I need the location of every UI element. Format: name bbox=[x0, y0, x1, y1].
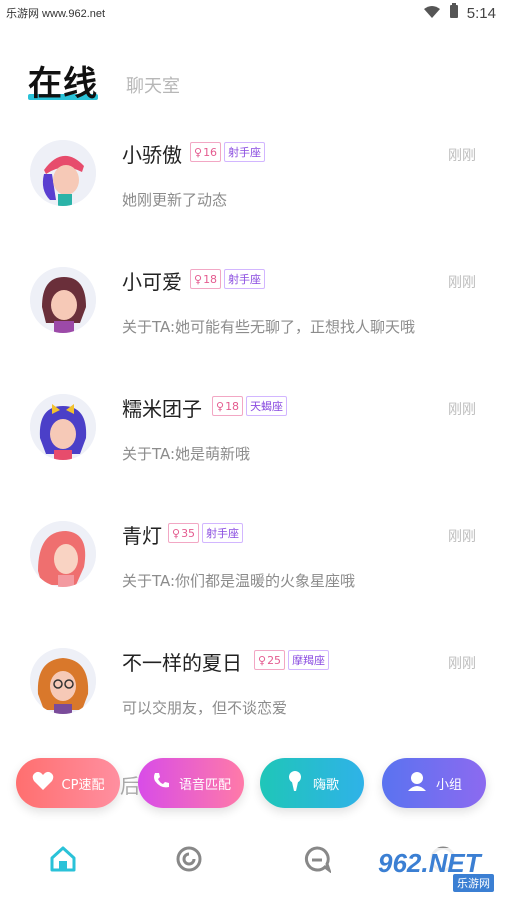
user-badges: ♀ 25 摩羯座 bbox=[254, 650, 330, 670]
user-name: 小骄傲 bbox=[122, 143, 182, 167]
age-value: 18 bbox=[203, 272, 218, 286]
battery-icon bbox=[449, 3, 459, 23]
age-value: 35 bbox=[181, 526, 196, 540]
cp-match-button[interactable]: CP速配 bbox=[16, 758, 120, 808]
sing-button[interactable]: 嗨歌 bbox=[260, 758, 364, 808]
user-description: 关于TA:她可能有些无聊了，正想找人聊天哦 bbox=[122, 318, 416, 336]
user-badges: ♀ 18 射手座 bbox=[190, 269, 266, 289]
message-icon bbox=[303, 845, 332, 877]
tab-chatroom[interactable]: 聊天室 bbox=[126, 72, 180, 98]
female-icon: ♀ bbox=[172, 526, 181, 540]
quick-action-bar: CP速配 语音匹配 嗨歌 小组 bbox=[0, 758, 506, 810]
avatar[interactable] bbox=[30, 140, 96, 206]
status-icons: 5:14 bbox=[423, 3, 496, 23]
status-site-text: 乐游网 www.962.net bbox=[6, 8, 106, 20]
age-badge: ♀ 16 bbox=[190, 142, 222, 162]
user-name: 小可爱 bbox=[122, 270, 182, 294]
avatar[interactable] bbox=[30, 648, 96, 714]
nav-message[interactable] bbox=[300, 844, 334, 878]
female-icon: ♀ bbox=[194, 272, 203, 286]
user-description: 关于TA:她是萌新哦 bbox=[122, 445, 251, 463]
female-icon: ♀ bbox=[194, 145, 203, 159]
list-item[interactable]: 不一样的夏日 ♀ 25 摩羯座 刚刚 可以交朋友，但不谈恋爱 bbox=[0, 633, 506, 760]
user-name: 糯米团子 bbox=[122, 397, 202, 421]
active-time: 刚刚 bbox=[448, 148, 476, 164]
cp-match-label: CP速配 bbox=[61, 777, 105, 793]
zodiac-badge: 射手座 bbox=[224, 142, 266, 162]
group-label: 小组 bbox=[435, 777, 462, 793]
age-badge: ♀ 35 bbox=[168, 523, 200, 543]
zodiac-badge: 射手座 bbox=[202, 523, 244, 543]
voice-match-label: 语音匹配 bbox=[178, 777, 231, 793]
list-item[interactable]: 青灯 ♀ 35 射手座 刚刚 关于TA:你们都是温暖的火象星座哦 bbox=[0, 506, 506, 633]
user-badges: ♀ 35 射手座 bbox=[168, 523, 244, 543]
user-name: 不一样的夏日 bbox=[122, 651, 242, 675]
status-time: 5:14 bbox=[466, 4, 496, 22]
discover-icon bbox=[175, 845, 203, 877]
site-watermark: 962.NET 乐游网 bbox=[374, 848, 500, 894]
user-description: 关于TA:你们都是温暖的火象星座哦 bbox=[122, 572, 356, 590]
user-description: 她刚更新了动态 bbox=[122, 191, 228, 209]
home-icon bbox=[49, 845, 77, 877]
zodiac-badge: 射手座 bbox=[224, 269, 266, 289]
list-item[interactable]: 糯米团子 ♀ 18 天蝎座 刚刚 关于TA:她是萌新哦 bbox=[0, 379, 506, 506]
active-time: 刚刚 bbox=[448, 275, 476, 291]
heart-icon bbox=[32, 771, 54, 795]
user-badges: ♀ 18 天蝎座 bbox=[212, 396, 288, 416]
avatar[interactable] bbox=[30, 267, 96, 333]
microphone-icon bbox=[285, 770, 305, 796]
nav-discover[interactable] bbox=[172, 844, 206, 878]
age-badge: ♀ 18 bbox=[212, 396, 244, 416]
avatar[interactable] bbox=[30, 521, 96, 587]
age-badge: ♀ 25 bbox=[254, 650, 286, 670]
active-time: 刚刚 bbox=[448, 529, 476, 545]
user-name: 青灯 bbox=[122, 524, 162, 548]
wifi-icon bbox=[423, 4, 441, 23]
tab-online[interactable]: 在线 bbox=[28, 56, 98, 105]
sing-label: 嗨歌 bbox=[312, 777, 339, 793]
user-description: 可以交朋友，但不谈恋爱 bbox=[122, 699, 288, 717]
status-bar: 乐游网 www.962.net 5:14 bbox=[0, 0, 506, 26]
age-value: 25 bbox=[267, 653, 282, 667]
age-badge: ♀ 18 bbox=[190, 269, 222, 289]
user-badges: ♀ 16 射手座 bbox=[190, 142, 266, 162]
phone-icon bbox=[151, 771, 171, 795]
watermark-subtext: 乐游网 bbox=[453, 874, 494, 892]
active-time: 刚刚 bbox=[448, 402, 476, 418]
age-value: 16 bbox=[203, 145, 218, 159]
active-time: 刚刚 bbox=[448, 656, 476, 672]
age-value: 18 bbox=[225, 399, 240, 413]
zodiac-badge: 摩羯座 bbox=[288, 650, 330, 670]
group-icon bbox=[406, 771, 428, 795]
list-item[interactable]: 小骄傲 ♀ 16 射手座 刚刚 她刚更新了动态 bbox=[0, 125, 506, 252]
nav-home[interactable] bbox=[46, 844, 80, 878]
avatar[interactable] bbox=[30, 394, 96, 460]
group-button[interactable]: 小组 bbox=[382, 758, 486, 808]
female-icon: ♀ bbox=[258, 653, 267, 667]
voice-match-button[interactable]: 语音匹配 bbox=[138, 758, 244, 808]
female-icon: ♀ bbox=[216, 399, 225, 413]
zodiac-badge: 天蝎座 bbox=[246, 396, 288, 416]
list-item[interactable]: 小可爱 ♀ 18 射手座 刚刚 关于TA:她可能有些无聊了，正想找人聊天哦 bbox=[0, 252, 506, 379]
